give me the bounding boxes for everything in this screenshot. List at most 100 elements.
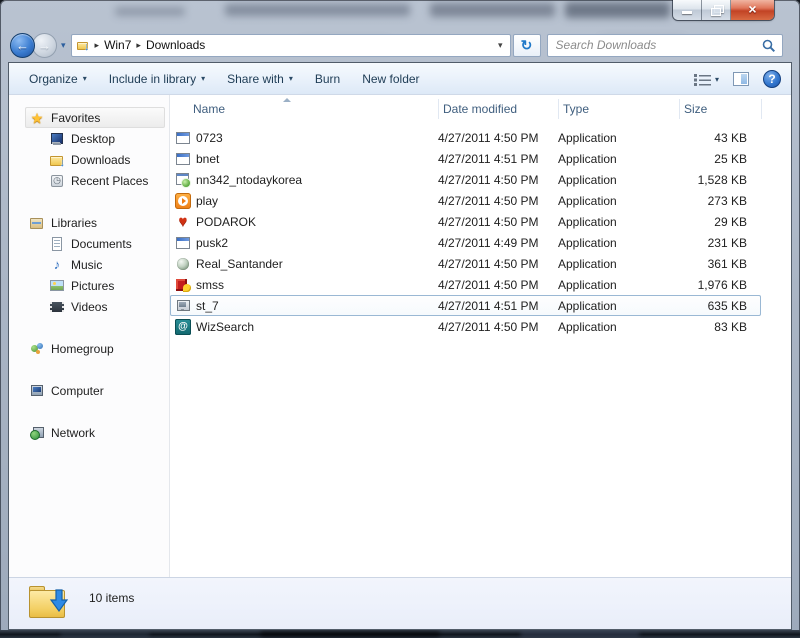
minimize-button[interactable] (673, 0, 702, 20)
breadcrumb-arrow-icon[interactable]: ▸ (136, 40, 141, 51)
file-row[interactable]: bnet 4/27/2011 4:51 PM Application 25 KB (170, 148, 761, 169)
sidebar-item-favorites[interactable]: Favorites (9, 107, 169, 128)
file-date-modified: 4/27/2011 4:51 PM (438, 151, 539, 166)
sidebar-section: Libraries Documents Music Pictures Videos (9, 212, 169, 317)
back-button[interactable]: ← (10, 32, 35, 58)
toolbar-button-share-with[interactable]: Share with ▾ (227, 72, 293, 86)
column-separator[interactable] (679, 99, 680, 119)
sidebar-item-label: Videos (71, 299, 108, 314)
toolbar-button-burn[interactable]: Burn (315, 72, 340, 86)
sidebar-item-desktop[interactable]: Desktop (9, 128, 169, 149)
column-header-size[interactable]: Size (674, 95, 761, 123)
file-row[interactable]: Real_Santander 4/27/2011 4:50 PM Applicati… (170, 253, 761, 274)
file-row[interactable]: smss 4/27/2011 4:50 PM Application 1,976 KB (170, 274, 761, 295)
main-area: Favorites Desktop Downloads Recent Places Li… (9, 95, 791, 577)
sidebar-item-homegroup[interactable]: Homegroup (9, 338, 169, 359)
file-row[interactable]: st_7 4/27/2011 4:51 PM Application 635 KB (170, 295, 761, 316)
search-icon[interactable] (762, 39, 776, 53)
sidebar-item-documents[interactable]: Documents (9, 233, 169, 254)
file-size: 231 KB (707, 235, 747, 250)
sidebar-item-computer[interactable]: Computer (9, 380, 169, 401)
toolbar-button-label: Organize (29, 71, 78, 86)
window-frame-bottom (0, 630, 800, 638)
sidebar-item-recent-places[interactable]: Recent Places (9, 170, 169, 191)
change-view-button[interactable]: ▾ (693, 73, 719, 86)
help-button[interactable] (763, 70, 781, 88)
at-icon (175, 318, 191, 335)
sidebar-item-label: Favorites (51, 110, 101, 125)
recent-icon (49, 173, 65, 189)
sidebar-item-label: Computer (51, 383, 104, 398)
breadcrumb-downloads[interactable]: Downloads (146, 38, 205, 52)
recent-pages-dropdown[interactable]: ▾ (61, 40, 66, 51)
file-row[interactable]: 0723 4/27/2011 4:50 PM Application 43 KB (170, 127, 761, 148)
file-size: 83 KB (714, 319, 747, 334)
file-size: 25 KB (714, 151, 747, 166)
search-input[interactable] (547, 34, 782, 56)
chevron-down-icon: ▾ (288, 74, 293, 83)
address-dropdown-icon[interactable]: ▾ (495, 40, 506, 51)
sidebar-item-libraries[interactable]: Libraries (9, 212, 169, 233)
desktop-icon (49, 131, 65, 147)
sidebar-section: Network (9, 422, 169, 443)
file-type: Application (558, 319, 617, 334)
column-separator[interactable] (438, 99, 439, 119)
views-dropdown-icon: ▾ (714, 74, 719, 84)
column-header-date-modified[interactable]: Date modified (433, 95, 553, 123)
sidebar-item-pictures[interactable]: Pictures (9, 275, 169, 296)
sidebar-item-downloads[interactable]: Downloads (9, 149, 169, 170)
file-name: play (196, 193, 219, 208)
file-name-cell: PODAROK (171, 214, 428, 230)
refresh-button[interactable]: ↻ (512, 33, 541, 57)
sidebar-item-label: Libraries (51, 215, 98, 230)
file-name: nn342_ntodaykorea (196, 172, 303, 187)
file-row[interactable]: PODAROK 4/27/2011 4:50 PM Application 29 KB (170, 211, 761, 232)
toolbar-button-new-folder[interactable]: New folder (362, 72, 419, 86)
file-row[interactable]: nn342_ntodaykorea 4/27/2011 4:50 PM Applic… (170, 169, 761, 190)
breadcrumb-win7[interactable]: Win7 (104, 38, 131, 52)
column-separator[interactable] (558, 99, 559, 119)
forward-button[interactable]: → (32, 32, 57, 58)
sidebar-item-videos[interactable]: Videos (9, 296, 169, 317)
vid-icon (49, 299, 65, 315)
back-arrow-icon: ← (16, 37, 29, 53)
file-date-modified: 4/27/2011 4:50 PM (438, 256, 539, 271)
file-name-cell: Real_Santander (171, 256, 428, 272)
breadcrumb-arrow-icon[interactable]: ▸ (95, 40, 100, 51)
net-icon (29, 425, 45, 441)
column-header-name[interactable]: Name (170, 95, 433, 123)
sidebar-item-label: Documents (71, 236, 132, 251)
file-row[interactable]: play 4/27/2011 4:50 PM Application 273 KB (170, 190, 761, 211)
close-button[interactable]: × (731, 0, 774, 20)
sidebar-item-label: Music (71, 257, 103, 272)
sort-ascending-icon (283, 98, 291, 102)
toolbar-button-include-in-library[interactable]: Include in library ▾ (109, 72, 205, 86)
toolbar-button-label: Share with (227, 71, 284, 86)
sidebar-item-music[interactable]: Music (9, 254, 169, 275)
window-controls: × (673, 0, 774, 20)
music-icon (49, 257, 65, 273)
file-name-cell: WizSearch (171, 318, 428, 335)
file-size: 1,976 KB (697, 277, 747, 292)
file-row[interactable]: WizSearch 4/27/2011 4:50 PM Application 83 … (170, 316, 761, 337)
file-row[interactable]: pusk2 4/27/2011 4:49 PM Application 231 KB (170, 232, 761, 253)
column-headers: Name Date modified Type Size (170, 95, 791, 123)
file-name-cell: play (171, 192, 428, 209)
location-folder-icon (76, 38, 90, 53)
column-separator[interactable] (761, 99, 762, 119)
navigation-bar: ← → ▾ ▸ Win7 ▸ Downloads ▾ ↻ (8, 28, 792, 62)
file-size: 361 KB (707, 256, 747, 271)
toolbar-button-organize[interactable]: Organize ▾ (29, 72, 87, 86)
navigation-pane: Favorites Desktop Downloads Recent Places Li… (9, 95, 170, 577)
file-date-modified: 4/27/2011 4:50 PM (438, 172, 539, 187)
column-header-type[interactable]: Type (553, 95, 674, 123)
installer-icon (175, 172, 191, 188)
chevron-down-icon: ▾ (201, 74, 206, 83)
restore-button[interactable] (702, 0, 731, 20)
sidebar-item-network[interactable]: Network (9, 422, 169, 443)
preview-pane-button[interactable] (733, 72, 749, 86)
sidebar-item-label: Downloads (71, 152, 131, 167)
app-icon (175, 151, 191, 167)
address-bar[interactable]: ▸ Win7 ▸ Downloads ▾ (70, 33, 511, 57)
title-bar[interactable]: × (0, 0, 800, 28)
